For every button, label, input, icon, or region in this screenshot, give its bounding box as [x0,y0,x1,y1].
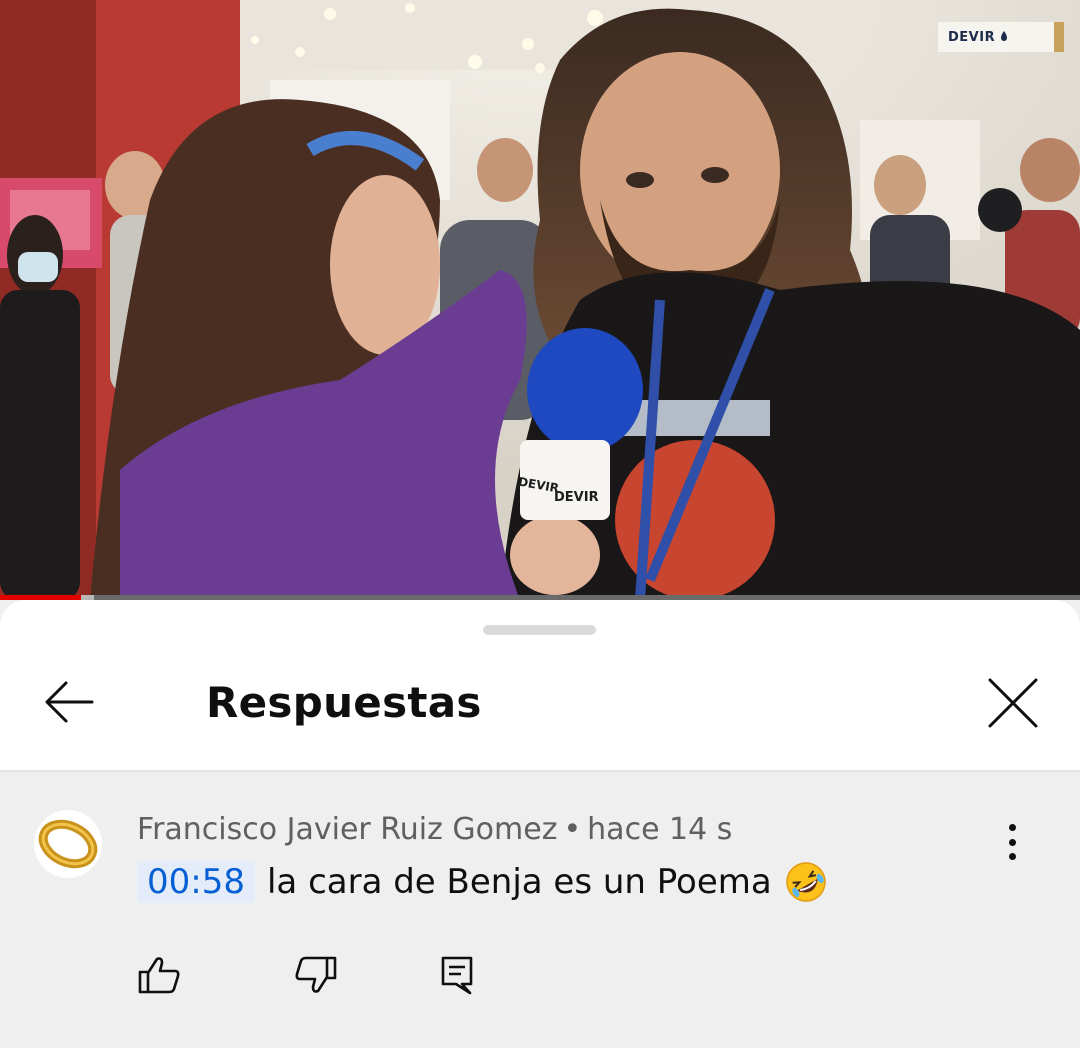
comment-body: 00:58 la cara de Benja es un Poema [137,860,828,904]
meta-separator: • [563,812,582,847]
comment-author[interactable]: Francisco Javier Ruiz Gomez [137,812,557,847]
more-vertical-icon-dot [1008,838,1016,846]
comment-time: hace 14 s [587,812,733,847]
like-button[interactable] [136,952,182,998]
close-button[interactable] [978,670,1048,736]
author-avatar[interactable] [34,810,102,878]
sheet-title: Respuestas [206,678,482,727]
reply-button[interactable] [434,952,480,998]
video-frame [0,0,1080,600]
gold-ring-avatar-icon [38,819,98,869]
watermark-brand: DEVIR [948,29,996,45]
more-vertical-icon-dot [1008,824,1016,831]
watermark-edge [1054,22,1064,52]
sheet-drag-handle[interactable] [483,625,596,635]
back-button[interactable] [34,672,104,732]
rolling-laughing-emoji-icon [785,862,826,902]
more-vertical-icon-dot [1008,853,1016,860]
arrow-left-icon [45,681,94,723]
more-options-button[interactable] [994,820,1030,864]
comment-text: la cara de Benja es un Poema [266,862,772,902]
close-icon [988,678,1038,728]
thumbs-up-icon [138,957,180,994]
video-player[interactable]: DEVIR DEVIR DEVIR [0,0,1080,600]
comment-meta: Francisco Javier Ruiz Gomez • hace 14 s [137,812,732,847]
timestamp-link[interactable]: 00:58 [137,861,255,903]
replies-sheet: Respuestas Francisco Javier Ruiz Gomez • h… [0,600,1080,1048]
thumbs-down-icon [295,956,337,993]
comment-item: Francisco Javier Ruiz Gomez • hace 14 s 00… [0,772,1080,1048]
reply-comment-icon [441,956,473,995]
mic-brand-right: DEVIR [554,490,599,505]
dislike-button[interactable] [293,952,339,998]
flame-icon [1001,31,1008,41]
channel-watermark: DEVIR [938,22,1064,52]
